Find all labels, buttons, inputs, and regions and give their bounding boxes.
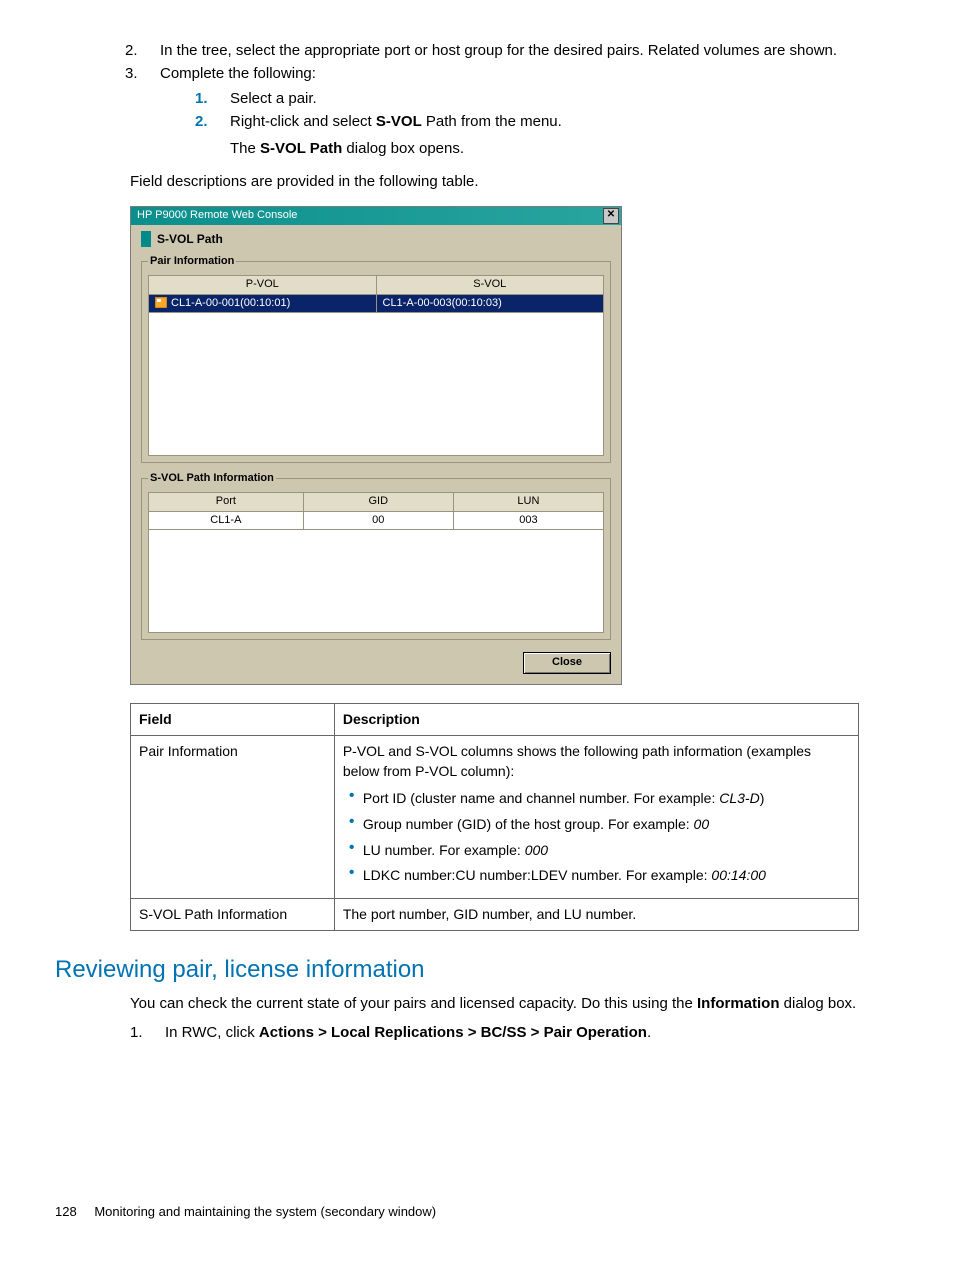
list-item: LDKC number:CU number:LDEV number. For e… <box>343 866 850 886</box>
table-row[interactable]: CL1-A-00-001(00:10:01) CL1-A-00-003(00:1… <box>149 294 604 312</box>
step-number: 2. <box>125 40 160 61</box>
lun-header[interactable]: LUN <box>453 493 603 511</box>
th-field: Field <box>131 703 335 736</box>
page-number: 128 <box>55 1204 77 1219</box>
text: CL1-A-00-001(00:10:01) <box>171 297 290 309</box>
substep-text: Right-click and select S-VOL Path from t… <box>230 111 859 159</box>
empty-area <box>149 312 604 455</box>
gid-value: 00 <box>303 511 453 529</box>
text: Right-click and select <box>230 113 376 130</box>
svol-path-group: S-VOL Path Information Port GID LUN CL1-… <box>141 471 611 640</box>
desc-cell: P-VOL and S-VOL columns shows the follow… <box>334 736 858 899</box>
pvol-header[interactable]: P-VOL <box>149 276 377 294</box>
list-item: Port ID (cluster name and channel number… <box>343 789 850 809</box>
list-item: Group number (GID) of the host group. Fo… <box>343 815 850 835</box>
desc-cell: The port number, GID number, and LU numb… <box>334 898 858 931</box>
button-row: Close <box>141 648 611 673</box>
pair-information-group: Pair Information P-VOL S-VOL CL1-A-00-00… <box>141 254 611 463</box>
step-3: 3. Complete the following: 1. Select a p… <box>125 63 859 161</box>
step-1: 1. In RWC, click Actions > Local Replica… <box>130 1022 859 1043</box>
volume-icon <box>155 297 167 308</box>
dialog-title-row: S-VOL Path <box>141 231 611 248</box>
bullets: Port ID (cluster name and channel number… <box>343 789 850 885</box>
svol-path-dialog: HP P9000 Remote Web Console ✕ S-VOL Path… <box>130 206 622 685</box>
pair-information-table: P-VOL S-VOL CL1-A-00-001(00:10:01) CL1-A… <box>148 275 604 456</box>
svol-path-legend: S-VOL Path Information <box>148 471 276 486</box>
field-cell: Pair Information <box>131 736 335 899</box>
section-paragraph: You can check the current state of your … <box>130 993 859 1014</box>
substep-list: 1. Select a pair. 2. Right-click and sel… <box>195 88 859 159</box>
text: You can check the current state of your … <box>130 995 697 1012</box>
title-accent <box>141 231 151 247</box>
table-row: Pair Information P-VOL and S-VOL columns… <box>131 736 859 899</box>
port-value: CL1-A <box>149 511 304 529</box>
text: Path from the menu. <box>422 113 562 130</box>
italic-text: 00 <box>694 816 710 832</box>
bold-text: S-VOL <box>376 113 422 130</box>
text: . <box>647 1024 651 1041</box>
dialog-titlebar: HP P9000 Remote Web Console ✕ <box>131 207 621 225</box>
text: In RWC, click <box>165 1024 259 1041</box>
step-3-intro: Complete the following: <box>160 65 316 82</box>
close-icon[interactable]: ✕ <box>603 208 619 224</box>
field-description-table: Field Description Pair Information P-VOL… <box>130 703 859 932</box>
section-body: You can check the current state of your … <box>130 993 859 1043</box>
instruction-list: 2. In the tree, select the appropriate p… <box>125 40 859 161</box>
th-description: Description <box>334 703 858 736</box>
substep-line-2: The S-VOL Path dialog box opens. <box>230 138 859 159</box>
field-cell: S-VOL Path Information <box>131 898 335 931</box>
text: dialog box. <box>780 995 857 1012</box>
step-text: In the tree, select the appropriate port… <box>160 40 859 61</box>
close-button[interactable]: Close <box>523 652 611 673</box>
text: dialog box opens. <box>342 140 464 157</box>
dialog-title: S-VOL Path <box>157 231 223 248</box>
step-number: 1. <box>130 1022 165 1043</box>
italic-text: 000 <box>525 842 548 858</box>
substep-number: 2. <box>195 111 230 159</box>
italic-text: 00:14:00 <box>711 867 766 883</box>
step-text: Complete the following: 1. Select a pair… <box>160 63 859 161</box>
table-row[interactable]: CL1-A 00 003 <box>149 511 604 529</box>
substep-2: 2. Right-click and select S-VOL Path fro… <box>195 111 859 159</box>
svol-path-table: Port GID LUN CL1-A 00 003 <box>148 492 604 633</box>
pair-information-legend: Pair Information <box>148 254 236 269</box>
empty-area <box>149 530 604 633</box>
section-heading: Reviewing pair, license information <box>55 953 899 987</box>
text: The <box>230 140 260 157</box>
substep-number: 1. <box>195 88 230 109</box>
italic-text: CL3-D <box>719 790 759 806</box>
step-number: 3. <box>125 63 160 161</box>
svol-header[interactable]: S-VOL <box>376 276 604 294</box>
field-desc-intro: Field descriptions are provided in the f… <box>130 171 859 192</box>
text: LU number. For example: <box>363 842 525 858</box>
bold-text: Information <box>697 995 780 1012</box>
desc-intro: P-VOL and S-VOL columns shows the follow… <box>343 742 850 781</box>
text: ) <box>760 790 765 806</box>
text: LDKC number:CU number:LDEV number. For e… <box>363 867 712 883</box>
substep-text: Select a pair. <box>230 88 859 109</box>
text: Port ID (cluster name and channel number… <box>363 790 719 806</box>
text: Group number (GID) of the host group. Fo… <box>363 816 694 832</box>
gid-header[interactable]: GID <box>303 493 453 511</box>
port-header[interactable]: Port <box>149 493 304 511</box>
step-2: 2. In the tree, select the appropriate p… <box>125 40 859 61</box>
table-row: S-VOL Path Information The port number, … <box>131 898 859 931</box>
bold-text: Actions > Local Replications > BC/SS > P… <box>259 1024 647 1041</box>
dialog-screenshot: HP P9000 Remote Web Console ✕ S-VOL Path… <box>130 206 899 685</box>
bold-text: S-VOL Path <box>260 140 342 157</box>
pvol-value[interactable]: CL1-A-00-001(00:10:01) <box>149 294 377 312</box>
list-item: LU number. For example: 000 <box>343 841 850 861</box>
app-title: HP P9000 Remote Web Console <box>137 208 297 223</box>
step-text: In RWC, click Actions > Local Replicatio… <box>165 1022 859 1043</box>
substep-1: 1. Select a pair. <box>195 88 859 109</box>
svol-value[interactable]: CL1-A-00-003(00:10:03) <box>376 294 604 312</box>
lun-value: 003 <box>453 511 603 529</box>
chapter-title: Monitoring and maintaining the system (s… <box>94 1204 436 1219</box>
page-footer: 128 Monitoring and maintaining the syste… <box>55 1203 899 1221</box>
